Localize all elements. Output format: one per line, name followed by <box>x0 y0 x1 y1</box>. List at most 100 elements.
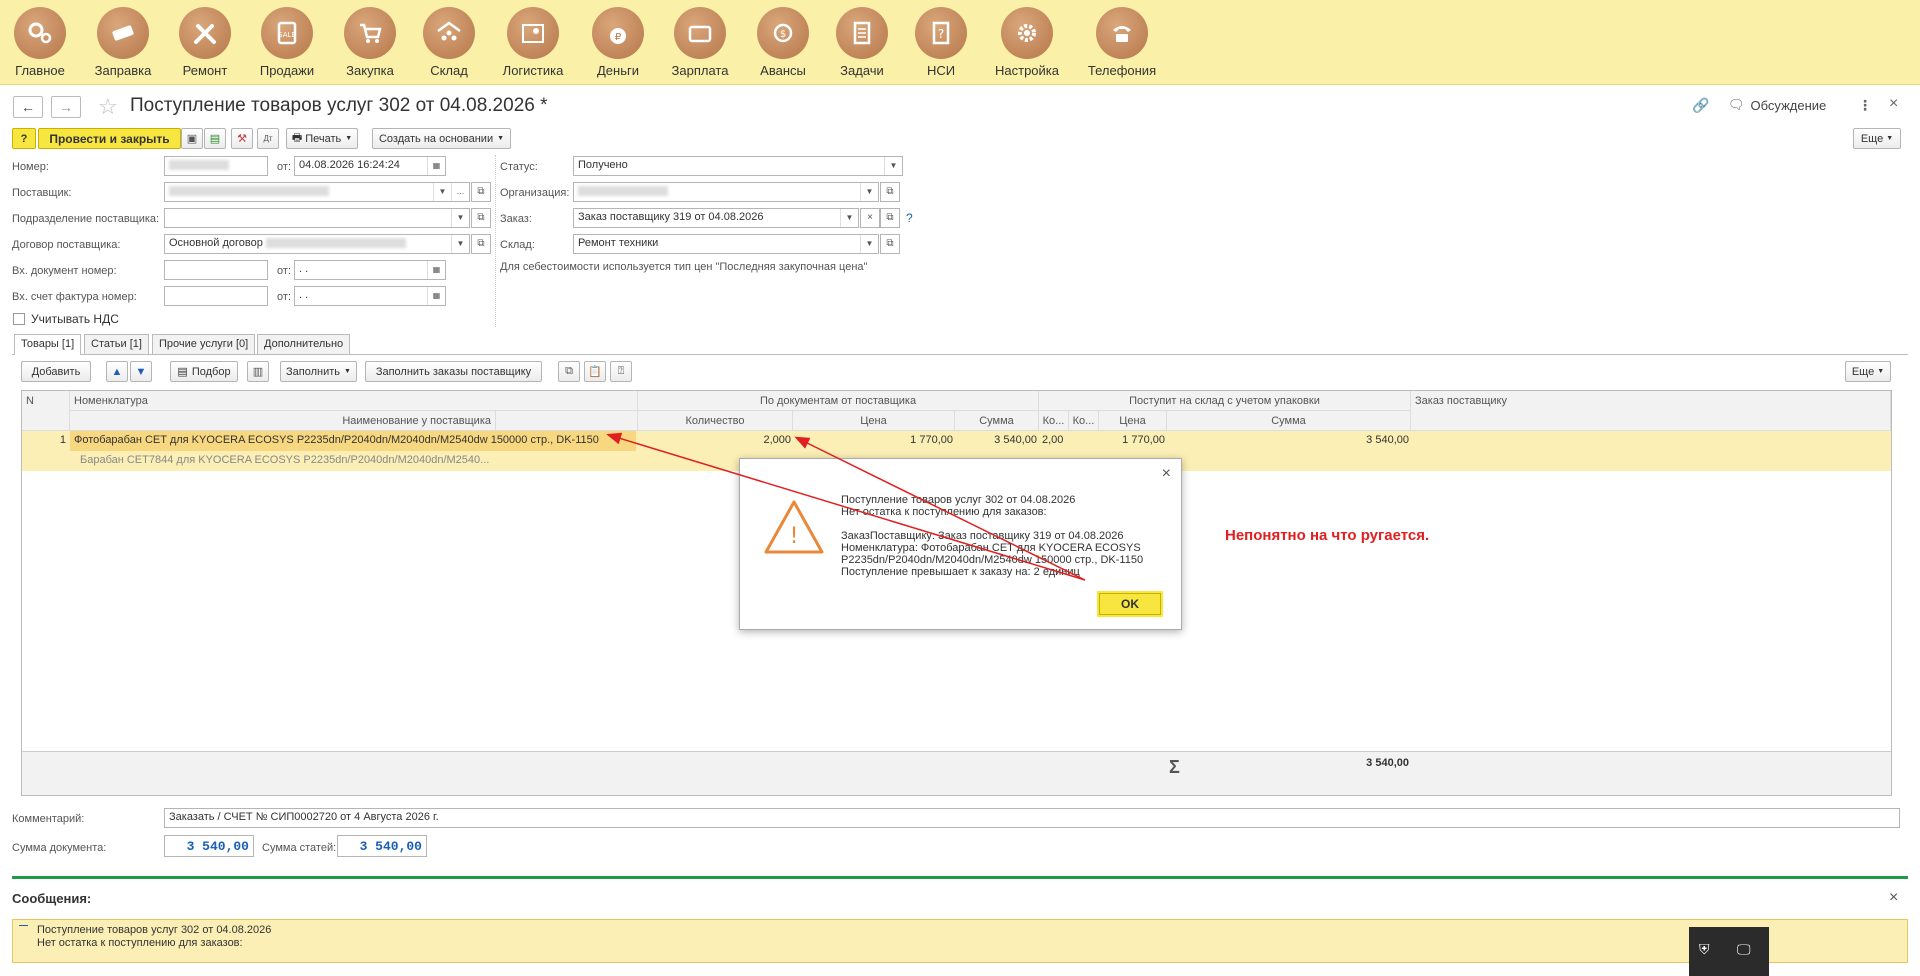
tab-goods[interactable]: Товары [1] <box>14 334 82 355</box>
open-icon[interactable]: ⧉ <box>471 208 491 228</box>
tab-additional[interactable]: Дополнительно <box>257 334 351 354</box>
dialog-close-button[interactable]: × <box>1162 465 1171 483</box>
comment-field[interactable]: Заказать / СЧЕТ № СИП0002720 от 4 Август… <box>164 808 1900 828</box>
dt-kt-icon[interactable]: Дт <box>257 128 279 149</box>
in-invoice-number-field[interactable] <box>164 286 268 306</box>
cell-price2[interactable]: 1 770,00 <box>1099 431 1165 446</box>
section-money[interactable]: ₽ Деньги <box>578 7 658 78</box>
chevron-down-icon[interactable]: ▼ <box>433 183 451 201</box>
section-repair[interactable]: Ремонт <box>165 7 245 78</box>
ok-button[interactable]: OK <box>1097 591 1163 617</box>
open-icon[interactable]: ⧉ <box>880 208 900 228</box>
contract-field[interactable]: Основной договор ▼ <box>164 234 470 254</box>
in-doc-date-field[interactable]: . . ▦ <box>294 260 446 280</box>
cell-sum2[interactable]: 3 540,00 <box>1167 431 1409 446</box>
col-header-price2[interactable]: Цена <box>1099 411 1167 431</box>
col-header-ko2[interactable]: Ко... <box>1069 411 1099 431</box>
section-main[interactable]: Главное <box>0 7 80 78</box>
create-based-on-button[interactable]: Создать на основании ▼ <box>372 128 511 149</box>
pick-button[interactable]: ▤ Подбор <box>170 361 238 382</box>
cell-ko[interactable]: 2,00 <box>1042 431 1070 446</box>
paste-special-icon[interactable]: ⍰ <box>610 361 632 382</box>
col-header-qty[interactable]: Количество <box>638 411 793 431</box>
vat-checkbox[interactable] <box>13 313 25 325</box>
fill-button[interactable]: Заполнить ▼ <box>280 361 357 382</box>
calendar-icon[interactable]: ▦ <box>427 261 445 279</box>
chevron-down-icon[interactable]: ▼ <box>860 183 878 201</box>
order-field[interactable]: Заказ поставщику 319 от 04.08.2026 ▼ <box>573 208 859 228</box>
section-sales[interactable]: SALE Продажи <box>247 7 327 78</box>
in-doc-number-field[interactable] <box>164 260 268 280</box>
cell-price[interactable]: 1 770,00 <box>793 431 953 446</box>
cell-nomenclature[interactable]: Фотобарабан CET для KYOCERA ECOSYS P2235… <box>70 431 636 451</box>
section-advances[interactable]: $ Авансы <box>743 7 823 78</box>
post-icon[interactable]: ▤ <box>204 128 226 149</box>
col-header-ko1[interactable]: Ко... <box>1039 411 1069 431</box>
help-button[interactable]: ? <box>12 128 36 149</box>
section-purchase[interactable]: Закупка <box>330 7 410 78</box>
tab-other-services[interactable]: Прочие услуги [0] <box>152 334 256 354</box>
clear-icon[interactable]: × <box>860 208 880 228</box>
col-header-sum[interactable]: Сумма <box>955 411 1039 431</box>
more-actions-icon[interactable]: ⋮ <box>1858 97 1872 114</box>
chevron-down-icon[interactable]: ▼ <box>451 235 469 253</box>
close-form-button[interactable]: × <box>1889 95 1898 113</box>
open-icon[interactable]: ⧉ <box>880 234 900 254</box>
chevron-down-icon[interactable]: ▼ <box>884 157 902 175</box>
section-telephony[interactable]: Телефония <box>1082 7 1162 78</box>
supplier-field[interactable]: ▼ … <box>164 182 470 202</box>
col-header-n[interactable]: N <box>22 391 70 431</box>
number-field[interactable] <box>164 156 268 176</box>
table-more-button[interactable]: Еще ▼ <box>1845 361 1891 382</box>
chevron-down-icon[interactable]: ▼ <box>860 235 878 253</box>
forward-button[interactable]: → <box>51 96 81 118</box>
add-button[interactable]: Добавить <box>21 361 91 382</box>
move-down-icon[interactable]: ▼ <box>130 361 152 382</box>
calendar-icon[interactable]: ▦ <box>427 287 445 305</box>
save-icon[interactable]: ▣ <box>181 128 203 149</box>
copy-icon[interactable]: ⧉ <box>558 361 580 382</box>
in-invoice-date-field[interactable]: . . ▦ <box>294 286 446 306</box>
open-icon[interactable]: ⧉ <box>880 182 900 202</box>
shield-warning-icon[interactable]: ⛨ <box>1699 941 1710 958</box>
more-button[interactable]: Еще ▼ <box>1853 128 1901 149</box>
section-warehouse[interactable]: Склад <box>409 7 489 78</box>
cell-supplier-name[interactable]: Барабан CET7844 для KYOCERA ECOSYS P2235… <box>70 451 496 471</box>
col-header-supplier-name[interactable]: Наименование у поставщика <box>70 411 496 431</box>
col-header-nomenclature[interactable]: Номенклатура <box>70 391 638 411</box>
section-refill[interactable]: Заправка <box>83 7 163 78</box>
monitor-icon[interactable]: 🖵 <box>1737 941 1751 958</box>
calendar-icon[interactable]: ▦ <box>427 157 445 175</box>
open-icon[interactable]: ⧉ <box>471 182 491 202</box>
chevron-down-icon[interactable]: ▼ <box>451 209 469 227</box>
back-button[interactable]: ← <box>13 96 43 118</box>
organization-field[interactable]: ▼ <box>573 182 879 202</box>
help-question-icon[interactable]: ? <box>906 211 913 225</box>
link-icon[interactable]: 🔗 <box>1692 97 1709 114</box>
section-settings[interactable]: Настройка <box>987 7 1067 78</box>
cell-sum[interactable]: 3 540,00 <box>955 431 1037 446</box>
chevron-down-icon[interactable]: ▼ <box>840 209 858 227</box>
date-field[interactable]: 04.08.2026 16:24:24 ▦ <box>294 156 446 176</box>
status-field[interactable]: Получено ▼ <box>573 156 903 176</box>
discussion-button[interactable]: 🗨 Обсуждение <box>1728 97 1826 113</box>
open-icon[interactable]: ⧉ <box>471 234 491 254</box>
favorite-star-icon[interactable]: ☆ <box>98 94 118 120</box>
paste-icon[interactable]: 📋 <box>584 361 606 382</box>
move-up-icon[interactable]: ▲ <box>106 361 128 382</box>
tab-items[interactable]: Статьи [1] <box>84 334 149 354</box>
post-and-close-button[interactable]: Провести и закрыть <box>38 128 181 149</box>
col-header-sum2[interactable]: Сумма <box>1167 411 1411 431</box>
print-button[interactable]: 🖶 Печать ▼ <box>286 128 358 149</box>
warehouse-field[interactable]: Ремонт техники ▼ <box>573 234 879 254</box>
fill-supplier-orders-button[interactable]: Заполнить заказы поставщику <box>365 361 542 382</box>
section-tasks[interactable]: Задачи <box>822 7 902 78</box>
ellipsis-icon[interactable]: … <box>451 183 469 201</box>
col-header-supplier-order[interactable]: Заказ поставщику <box>1411 391 1891 431</box>
col-header-price[interactable]: Цена <box>793 411 955 431</box>
section-logistics[interactable]: Логистика <box>493 7 573 78</box>
messages-close-button[interactable]: × <box>1889 889 1898 907</box>
cell-qty[interactable]: 2,000 <box>638 431 791 446</box>
messages-panel[interactable]: Поступление товаров услуг 302 от 04.08.2… <box>12 919 1908 963</box>
section-salary[interactable]: Зарплата <box>660 7 740 78</box>
